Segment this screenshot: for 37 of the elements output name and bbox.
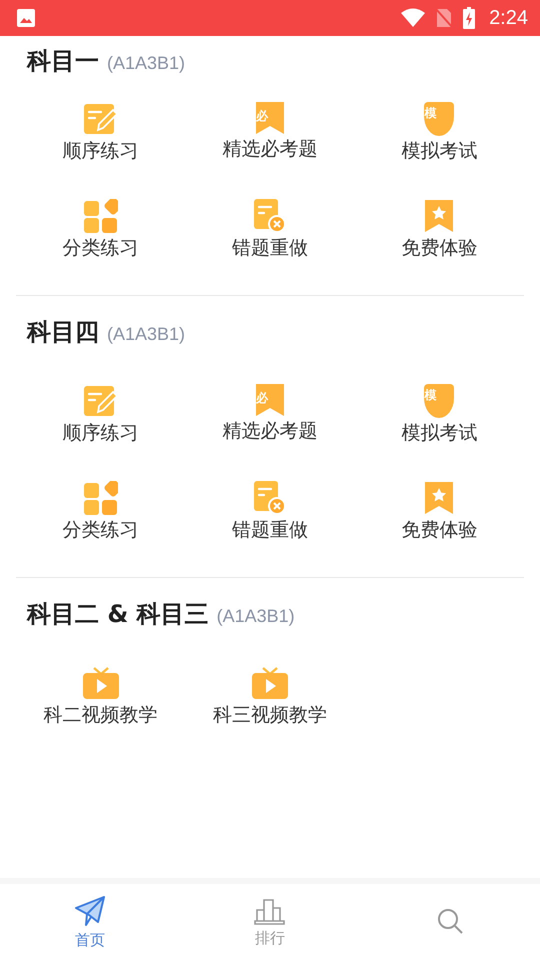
section-title: 科目二 & 科目三: [27, 599, 209, 630]
item-label[interactable]: 免费体验: [401, 517, 478, 543]
status-time: 2:24: [489, 6, 528, 30]
section-subtitle: (A1A3B1): [216, 606, 295, 626]
item-label[interactable]: 错题重做: [232, 235, 308, 261]
item-label[interactable]: 分类练习: [62, 517, 139, 543]
item-label[interactable]: 顺序练习: [62, 420, 139, 446]
star-bookmark-icon[interactable]: [425, 199, 454, 233]
image-icon: [16, 8, 36, 28]
section-subtitle: (A1A3B1): [107, 324, 186, 344]
section-title: 科目一: [27, 46, 99, 77]
item-label[interactable]: 模拟考试: [401, 138, 478, 164]
item-label[interactable]: 精选必考题: [222, 136, 318, 162]
video-play-icon[interactable]: [252, 666, 288, 700]
grid-icon[interactable]: [84, 199, 118, 233]
item-label[interactable]: 科二视频教学: [44, 702, 158, 728]
paper-plane-icon: [74, 894, 106, 926]
item-label[interactable]: 免费体验: [401, 235, 478, 261]
note-x-icon[interactable]: [254, 199, 286, 233]
pencil-note-icon[interactable]: [84, 384, 118, 418]
item-label[interactable]: 模拟考试: [401, 420, 478, 446]
star-bookmark-icon[interactable]: [425, 481, 454, 515]
item-label[interactable]: 错题重做: [232, 517, 308, 543]
note-x-icon[interactable]: [254, 481, 286, 515]
item-label[interactable]: 顺序练习: [62, 138, 139, 164]
video-play-icon[interactable]: [82, 666, 119, 700]
item-label[interactable]: 科三视频教学: [212, 702, 327, 728]
podium-icon: [254, 896, 286, 924]
pencil-note-icon[interactable]: [84, 102, 118, 136]
battery-icon: [463, 7, 476, 29]
section-title: 科目四: [27, 317, 99, 348]
section-subtitle: (A1A3B1): [107, 52, 186, 74]
wifi-icon: [401, 8, 426, 28]
item-label[interactable]: 分类练习: [62, 235, 139, 261]
grid-icon[interactable]: [84, 481, 118, 515]
no-sim-icon: [435, 8, 454, 28]
item-label[interactable]: 精选必考题: [222, 418, 318, 444]
